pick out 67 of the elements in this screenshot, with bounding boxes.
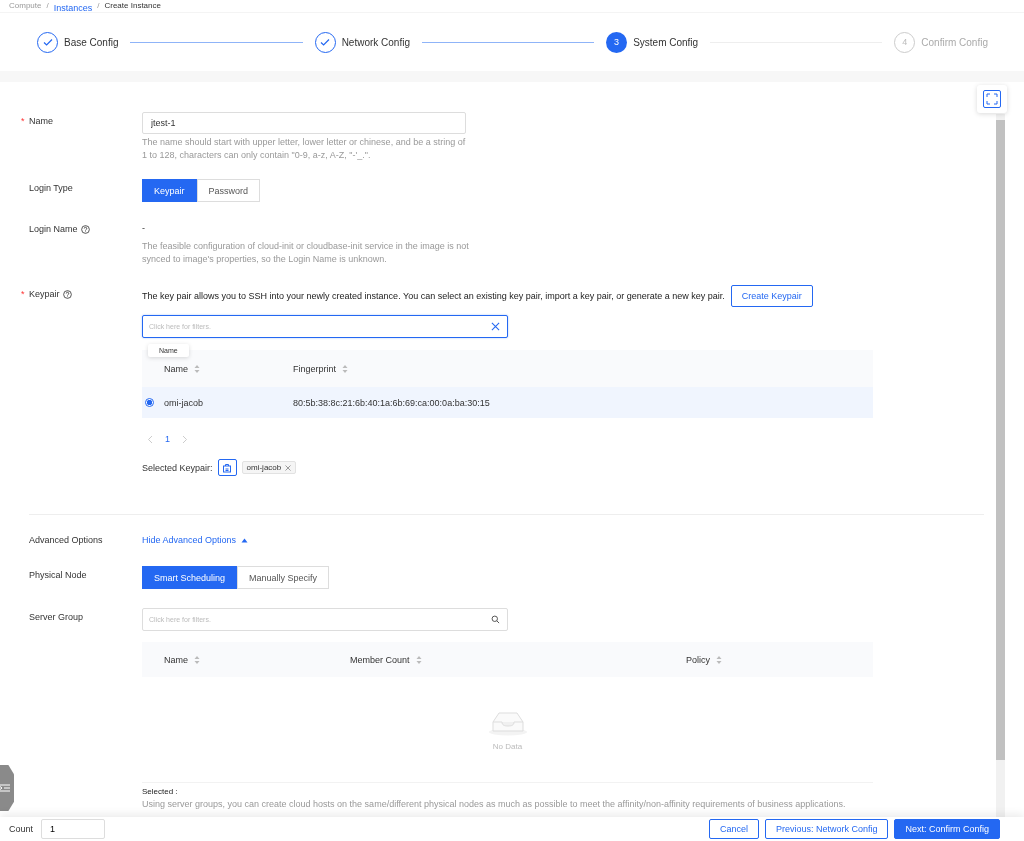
field-label: Physical Node [29, 570, 87, 580]
count-input[interactable]: 1 [41, 819, 106, 839]
footer-button[interactable]: Previous: Network Config [764, 819, 889, 839]
login-type-option[interactable]: Keypair [142, 179, 197, 202]
sort-icon[interactable] [415, 654, 422, 665]
remove-icon[interactable] [285, 464, 292, 471]
column-header[interactable]: Fingerprint [293, 363, 337, 374]
footer-button[interactable]: Next: Confirm Config [894, 819, 1000, 839]
sort-icon[interactable] [342, 363, 349, 374]
field-label: Name [29, 116, 53, 126]
selected-tag: omi-jacob [241, 461, 297, 474]
login-name-value: - [142, 222, 146, 235]
advanced-options-toggle[interactable]: Hide Advanced Options [142, 531, 249, 545]
step-label: System Config [633, 36, 699, 48]
field-hint: The name should start with upper letter, lower letter or chinese, and be a string of 1 to 128, characters can only contain "0-9, a-z, A-Z, "-'_.". [142, 136, 467, 161]
breadcrumb-link[interactable]: Instances [53, 0, 93, 13]
field-hint: Using server groups, you can create cloud hosts on the same/different physical nodes as much as possible to meet the affinity/non-affinity requirements of business applications. [142, 798, 847, 811]
field-label: Advanced Options [29, 535, 103, 545]
help-icon [62, 290, 72, 299]
previous-page-icon[interactable] [147, 434, 153, 444]
field-label: Login Type [29, 183, 73, 193]
field-hint: The feasible configuration of cloud-init or cloudbase-init service in the image is not synced to image's properties, so the Login Name is unknown. [142, 240, 470, 265]
search-icon[interactable] [491, 615, 500, 624]
list-icon[interactable] [0, 784, 10, 792]
table-cell-text: 80:5b:38:8c:21:6b:40:1a:6b:69:ca:00:0a:ba:30:15 [293, 397, 491, 408]
side-panel-tab[interactable] [0, 765, 14, 811]
breadcrumb-separator: / [97, 1, 100, 11]
field-label: Login Name [29, 224, 78, 234]
step-label: Network Config [341, 36, 410, 48]
sort-icon[interactable] [194, 654, 200, 665]
required-mark: * [21, 289, 26, 299]
keypair-icon[interactable] [217, 459, 237, 476]
step-label: Base Config [64, 36, 119, 48]
step-number: 3 [606, 31, 628, 53]
selected-label: Selected : [142, 787, 179, 796]
breadcrumb-item: Create Instance [104, 1, 161, 11]
row-radio[interactable] [145, 398, 154, 407]
field-label: Keypair [29, 289, 60, 299]
keypair-description: The key pair allows you to SSH into your newly created instance. You can select an existing key pair, import a key pair, or generate a new key pair. [142, 291, 725, 301]
create-keypair-button[interactable]: Create Keypair [730, 285, 813, 307]
page-number[interactable]: 1 [165, 434, 170, 444]
step-label: Confirm Config [921, 36, 988, 48]
help-icon [80, 225, 90, 234]
sort-icon[interactable] [716, 654, 722, 665]
required-mark: * [21, 116, 26, 126]
footer-button[interactable]: Cancel [708, 819, 759, 839]
breadcrumb-separator: / [46, 1, 49, 11]
selected-keypair-label: Selected Keypair: [142, 461, 213, 475]
fullscreen-button[interactable] [977, 85, 1007, 113]
next-page-icon[interactable] [182, 434, 188, 444]
column-header[interactable]: Name [164, 654, 188, 665]
column-header[interactable]: Name [164, 363, 188, 374]
physical-node-option[interactable]: Manually Specify [237, 566, 330, 589]
login-type-option[interactable]: Password [196, 179, 261, 202]
field-label: Server Group [29, 612, 84, 622]
breadcrumb-item: Compute [9, 1, 42, 11]
name-input[interactable]: jtest-1 [142, 112, 466, 134]
scrollbar[interactable] [996, 114, 1005, 817]
caret-icon[interactable] [241, 537, 249, 543]
column-header[interactable]: Member Count [350, 654, 410, 665]
table-cell-text: omi-jacob [164, 397, 204, 408]
physical-node-option[interactable]: Smart Scheduling [142, 566, 238, 589]
clear-icon[interactable] [491, 322, 500, 331]
column-header[interactable]: Policy [686, 654, 710, 665]
empty-text: No Data [492, 742, 523, 751]
sort-icon[interactable] [194, 363, 200, 374]
count-label: Count [9, 823, 34, 836]
